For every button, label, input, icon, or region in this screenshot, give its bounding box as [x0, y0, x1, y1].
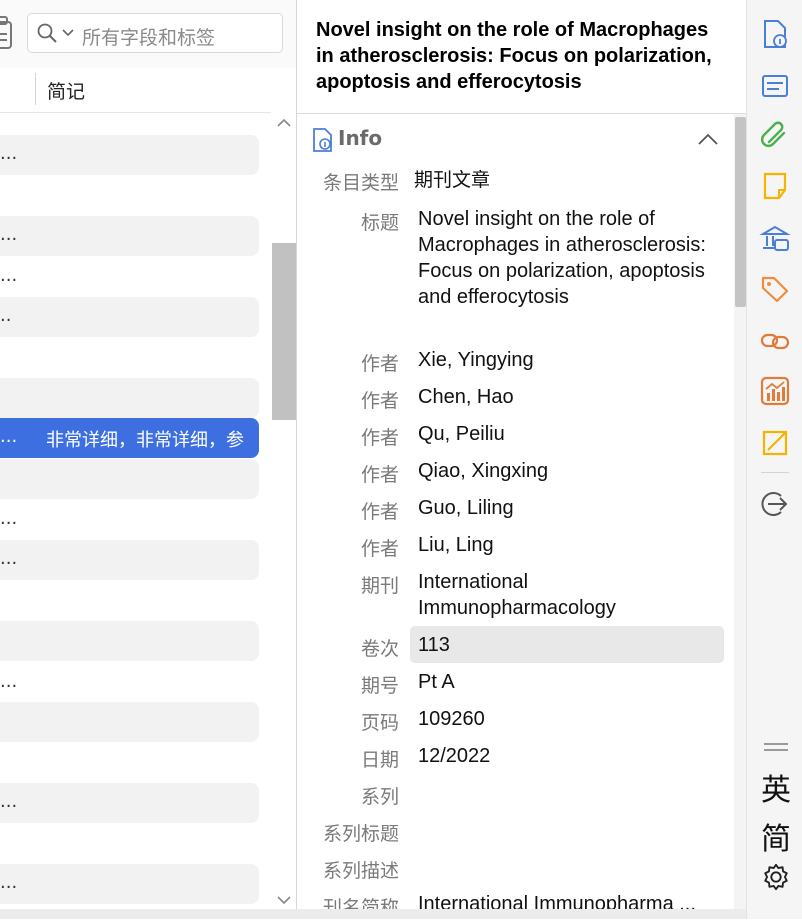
- issue-label: 期号: [360, 675, 399, 697]
- libraries-collections-nav-icon[interactable]: [759, 222, 791, 254]
- table-row[interactable]: [0, 743, 259, 783]
- info-nav-icon[interactable]: [759, 18, 791, 50]
- publication-value[interactable]: International Immunopharmacology: [418, 569, 718, 621]
- locate-nav-icon[interactable]: [759, 488, 791, 520]
- creator-name[interactable]: Xie, Yingying: [418, 347, 534, 373]
- row-note: 非常详细，非常详细，参: [46, 430, 244, 451]
- sidenav-separator: [761, 472, 789, 473]
- creator-name[interactable]: Qiao, Xingxing: [418, 458, 548, 484]
- row-text: ...: [0, 224, 18, 245]
- creator-label: 作者: [360, 464, 399, 486]
- table-row[interactable]: ...: [0, 783, 259, 823]
- table-row[interactable]: [0, 175, 259, 215]
- volume-value[interactable]: 113: [418, 632, 450, 658]
- search-input[interactable]: 所有字段和标签: [27, 13, 283, 53]
- column-header[interactable]: 简记: [0, 68, 296, 113]
- table-row[interactable]: ...: [0, 257, 259, 297]
- attachments-nav-icon[interactable]: [759, 120, 791, 152]
- item-type-label: 条目类型: [322, 172, 399, 194]
- creator-label: 作者: [360, 538, 399, 560]
- gear-icon[interactable]: [761, 862, 791, 892]
- creator-name[interactable]: Guo, Liling: [418, 495, 514, 521]
- search-mode-chevron-icon[interactable]: [62, 29, 74, 37]
- creator-label: 作者: [360, 427, 399, 449]
- item-header-title: Novel insight on the role of Macrophages…: [316, 19, 712, 93]
- creator-name[interactable]: Liu, Ling: [418, 532, 494, 558]
- item-type-value[interactable]: 期刊文章: [414, 167, 490, 193]
- creator-name[interactable]: Qu, Peiliu: [418, 421, 505, 447]
- date-value[interactable]: 12/2022: [418, 743, 490, 769]
- info-section-title[interactable]: Info: [338, 126, 382, 150]
- pages-value[interactable]: 109260: [418, 706, 485, 732]
- table-row[interactable]: ...: [0, 135, 259, 175]
- volume-field-hover[interactable]: [410, 626, 724, 663]
- table-row[interactable]: ...: [0, 864, 259, 904]
- creator-name[interactable]: Chen, Hao: [418, 384, 514, 410]
- series-label: 系列: [360, 786, 399, 808]
- chart-plugin-nav-icon[interactable]: [759, 375, 791, 407]
- column-divider[interactable]: [35, 73, 36, 105]
- row-text: ...: [0, 143, 18, 164]
- items-scrollbar-thumb[interactable]: [272, 243, 296, 420]
- volume-label: 卷次: [360, 638, 399, 660]
- pages-label: 页码: [360, 712, 399, 734]
- table-row[interactable]: [0, 702, 259, 742]
- creator-label: 作者: [360, 353, 399, 375]
- table-row[interactable]: ..: [0, 297, 259, 337]
- table-row-selected[interactable]: ... 非常详细，非常详细，参: [0, 418, 259, 458]
- date-label: 日期: [360, 749, 399, 771]
- abstract-nav-icon[interactable]: [759, 70, 791, 102]
- publication-label: 期刊: [360, 575, 399, 597]
- title-value[interactable]: Novel insight on the role of Macrophages…: [418, 206, 718, 310]
- items-toolbar: 所有字段和标签: [0, 0, 296, 69]
- series-text-label: 系列描述: [322, 860, 399, 882]
- series-title-label: 系列标题: [322, 823, 399, 845]
- row-text: ...: [0, 508, 18, 529]
- row-text: ...: [0, 872, 18, 893]
- table-row[interactable]: [0, 337, 259, 377]
- column-notes-header[interactable]: 简记: [47, 77, 85, 104]
- search-placeholder: 所有字段和标签: [82, 27, 216, 49]
- pane-splitter[interactable]: [296, 0, 297, 919]
- table-row[interactable]: ...: [0, 540, 259, 580]
- new-note-icon[interactable]: [0, 14, 18, 54]
- header-divider: [297, 113, 746, 114]
- table-row[interactable]: ...: [0, 500, 259, 540]
- info-section-icon: [313, 128, 332, 152]
- scroll-up-icon[interactable]: [276, 118, 292, 128]
- table-row[interactable]: ...: [0, 216, 259, 256]
- row-text: ...: [0, 548, 18, 569]
- items-scrollbar[interactable]: [271, 112, 296, 919]
- table-row[interactable]: [0, 621, 259, 661]
- sidenav-grip[interactable]: [764, 749, 788, 751]
- row-text: ...: [0, 671, 18, 692]
- items-pane: 所有字段和标签 简记 ... ... ... .. ... 非常详细，非常详细，…: [0, 0, 296, 919]
- bottom-edge: [0, 909, 746, 919]
- table-row[interactable]: [0, 378, 259, 418]
- item-pane-sidenav: 英 简: [746, 0, 802, 919]
- tags-nav-icon[interactable]: [759, 273, 791, 305]
- table-row[interactable]: [0, 459, 259, 499]
- item-pane-scrollbar-thumb[interactable]: [735, 117, 746, 307]
- table-row[interactable]: ...: [0, 663, 259, 703]
- translate-variant-button[interactable]: 简: [761, 814, 791, 858]
- row-text: ...: [0, 791, 18, 812]
- title-label: 标题: [360, 212, 399, 234]
- row-text: ...: [0, 265, 18, 286]
- related-nav-icon[interactable]: [759, 325, 791, 357]
- issue-value[interactable]: Pt A: [418, 669, 455, 695]
- notes-nav-icon[interactable]: [759, 170, 791, 202]
- collapse-chevron-icon[interactable]: [698, 133, 718, 145]
- creator-label: 作者: [360, 501, 399, 523]
- table-row[interactable]: [0, 581, 259, 621]
- translate-language-button[interactable]: 英: [761, 765, 791, 809]
- annotation-nav-icon[interactable]: [759, 426, 791, 458]
- sidenav-grip[interactable]: [764, 743, 788, 745]
- creator-label: 作者: [360, 390, 399, 412]
- row-text: ...: [0, 426, 18, 447]
- row-text: ..: [0, 305, 12, 326]
- search-icon: [37, 23, 57, 43]
- table-row[interactable]: [0, 824, 259, 864]
- scroll-down-icon[interactable]: [276, 895, 292, 905]
